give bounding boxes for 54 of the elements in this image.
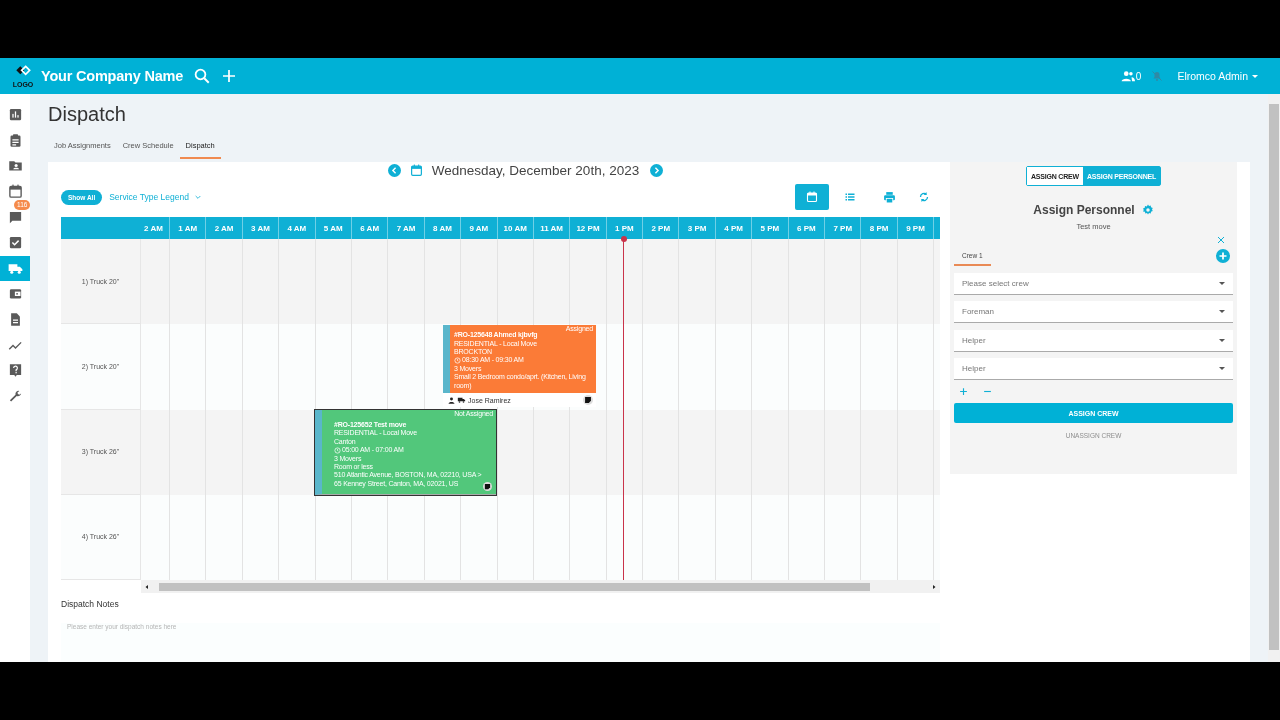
calendar-icon	[7, 184, 23, 200]
close-icon[interactable]	[1217, 236, 1225, 244]
user-menu[interactable]: Elromco Admin	[1177, 70, 1258, 82]
caret-icon	[1219, 281, 1225, 285]
scroll-left-icon[interactable]	[144, 583, 150, 590]
calendar-icon	[409, 164, 423, 177]
contact-folder-icon	[7, 158, 23, 174]
add-crew-button[interactable]	[1216, 249, 1230, 263]
scrollbar[interactable]	[1268, 94, 1280, 662]
refresh-icon[interactable]	[918, 191, 930, 203]
note-icon[interactable]	[483, 481, 492, 491]
chevron-icon	[193, 193, 202, 201]
page-title: Dispatch	[48, 102, 127, 126]
plus-icon[interactable]	[221, 68, 238, 84]
muted-bell-icon[interactable]	[1151, 70, 1164, 82]
panel-title: Assign Personnel	[1033, 203, 1135, 217]
next-button[interactable]	[650, 164, 664, 177]
clock-icon	[334, 446, 341, 454]
caret-icon	[1252, 74, 1258, 78]
legend-dropdown[interactable]: Service Type Legend	[109, 192, 202, 202]
list-icon	[844, 191, 856, 203]
select-field[interactable]: Please select crew	[954, 272, 1233, 295]
add-icon[interactable]	[959, 387, 968, 396]
calendar-icon	[806, 191, 818, 203]
caret-icon	[1219, 310, 1225, 313]
previous-button[interactable]	[387, 164, 401, 177]
company-name[interactable]: Your Company Name	[41, 68, 184, 84]
calendar-view-button[interactable]	[795, 184, 829, 210]
scroll-thumb[interactable]	[159, 582, 870, 591]
scrollbar[interactable]	[141, 580, 940, 593]
scroll-thumb[interactable]	[1269, 104, 1279, 650]
chart-icon	[7, 107, 23, 123]
select-field[interactable]: Helper	[954, 329, 1233, 352]
wrench-icon	[7, 388, 23, 404]
select-field[interactable]: Foreman	[954, 301, 1233, 323]
note-icon[interactable]	[583, 395, 593, 406]
wallet-icon	[7, 286, 23, 302]
scroll-right-icon[interactable]	[931, 583, 937, 590]
caret-icon	[1219, 367, 1225, 370]
person-icon	[448, 396, 455, 404]
print-icon[interactable]	[883, 190, 896, 204]
caret-icon	[1219, 338, 1225, 342]
section-label: Dispatch Notes	[61, 599, 120, 609]
truck-icon	[457, 396, 466, 405]
date-title: Wednesday, December 20th, 2023	[431, 163, 640, 178]
team-count: 0	[1135, 70, 1142, 82]
clock-icon	[454, 357, 461, 365]
checkbox-icon	[7, 235, 23, 251]
help-icon	[7, 363, 23, 379]
select-field[interactable]: Helper	[954, 358, 1233, 380]
search-icon[interactable]	[193, 67, 212, 85]
settings-icon[interactable]	[1141, 204, 1154, 216]
people-icon[interactable]	[1120, 69, 1135, 83]
chat-icon	[7, 209, 23, 225]
